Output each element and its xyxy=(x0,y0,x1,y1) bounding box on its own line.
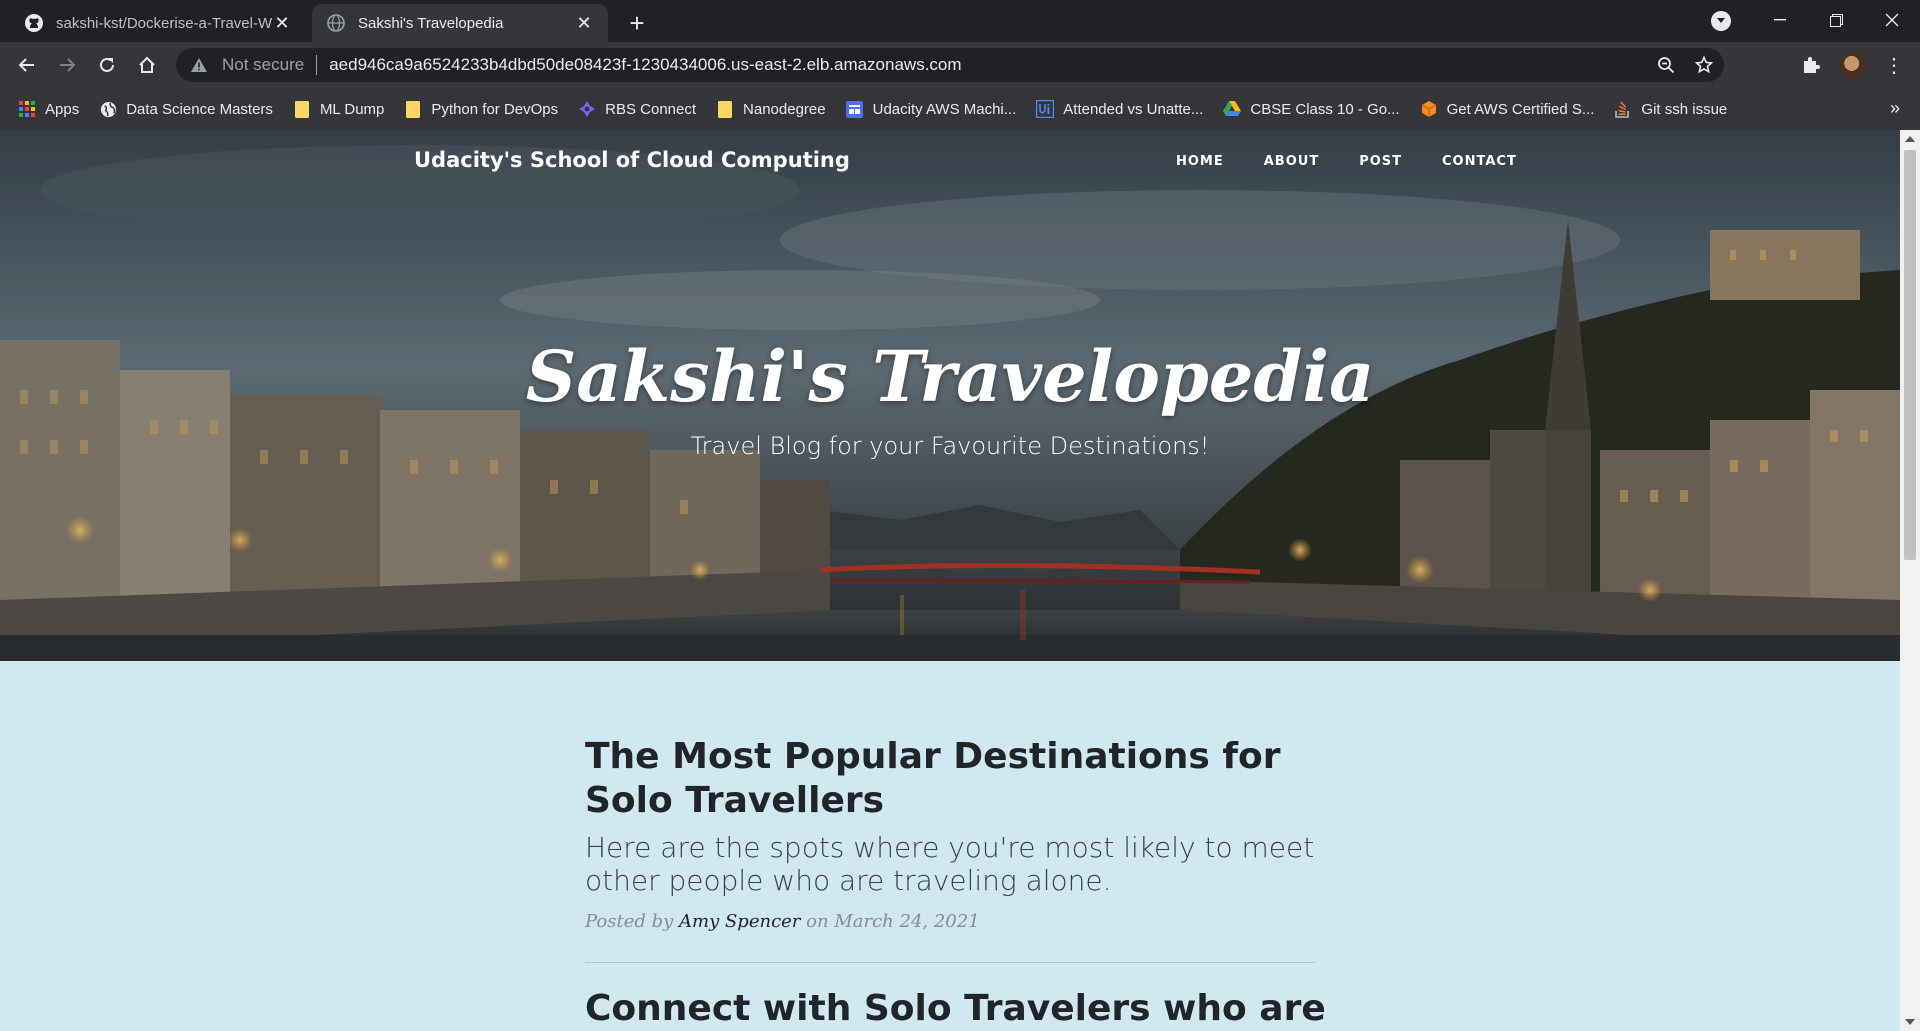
bookmark-apps[interactable]: Apps xyxy=(18,100,79,118)
close-tab-icon[interactable]: ✕ xyxy=(272,13,292,34)
address-bar[interactable]: Not secure aed946ca9a6524233b4dbd50de084… xyxy=(176,48,1724,82)
divider xyxy=(316,55,318,75)
page-viewport: Udacity's School of Cloud Computing HOME… xyxy=(0,130,1900,1031)
bookmark-git-ssh-issue[interactable]: Git ssh issue xyxy=(1614,100,1727,118)
site-brand-link[interactable]: Udacity's School of Cloud Computing xyxy=(414,148,850,172)
folder-icon xyxy=(716,100,734,118)
bookmark-label: Udacity AWS Machi... xyxy=(872,100,1017,118)
globe-icon xyxy=(99,100,117,118)
tab-search-icon[interactable] xyxy=(1711,11,1731,31)
bookmark-ml-dump[interactable]: ML Dump xyxy=(293,100,384,118)
post-date: March 24, 2021 xyxy=(834,911,980,932)
menu-icon[interactable]: ⋮ xyxy=(1884,54,1904,78)
bookmark-nanodegree[interactable]: Nanodegree xyxy=(716,100,826,118)
bookmark-data-science-masters[interactable]: Data Science Masters xyxy=(99,100,273,118)
apps-grid-icon xyxy=(18,100,36,118)
restore-icon[interactable] xyxy=(1808,0,1864,40)
globe-icon xyxy=(326,13,346,33)
bookmark-label: Data Science Masters xyxy=(126,100,273,118)
folder-icon xyxy=(293,100,311,118)
zoom-icon[interactable] xyxy=(1656,55,1676,75)
bookmark-python-for-devops[interactable]: Python for DevOps xyxy=(404,100,558,118)
bookmark-attended-vs-unattended[interactable]: Attended vs Unatte... xyxy=(1036,100,1203,118)
site-nav: HOME ABOUT POST CONTACT xyxy=(1176,154,1517,169)
close-tab-icon[interactable]: ✕ xyxy=(574,13,594,34)
minimize-icon[interactable] xyxy=(1752,0,1808,40)
bookmark-cbse-class-10[interactable]: CBSE Class 10 - Go... xyxy=(1223,100,1400,118)
browser-toolbar: Not secure aed946ca9a6524233b4dbd50de084… xyxy=(0,42,1920,88)
post-divider xyxy=(585,962,1315,963)
post-title-link[interactable]: The Most Popular Destinations for Solo T… xyxy=(585,735,1315,823)
bookmark-label: ML Dump xyxy=(319,100,385,118)
new-tab-button[interactable]: + xyxy=(622,8,652,38)
forward-icon[interactable] xyxy=(53,51,81,79)
nav-home-link[interactable]: HOME xyxy=(1176,154,1224,169)
post-title-link[interactable]: Connect with Solo Travelers who are xyxy=(585,987,1326,1031)
bookmark-label: Attended vs Unatte... xyxy=(1063,100,1204,118)
extensions-icon[interactable] xyxy=(1800,55,1822,77)
aws-cube-icon xyxy=(1420,100,1438,118)
post-preview[interactable]: Connect with Solo Travelers who are xyxy=(585,987,1326,1031)
doc-icon xyxy=(846,100,864,118)
post-preview[interactable]: The Most Popular Destinations for Solo T… xyxy=(585,735,1315,932)
tab-github-repo[interactable]: sakshi-kst/Dockerise-a-Travel-We ✕ xyxy=(10,4,306,42)
home-icon[interactable] xyxy=(133,51,161,79)
folder-icon xyxy=(404,100,422,118)
bookmark-label: Apps xyxy=(45,100,80,118)
tab-title: Sakshi's Travelopedia xyxy=(358,14,504,32)
bookmark-get-aws-certified[interactable]: Get AWS Certified S... xyxy=(1420,100,1595,118)
posted-by-label: Posted by xyxy=(585,911,674,932)
reload-icon[interactable] xyxy=(93,51,121,79)
tab-title: sakshi-kst/Dockerise-a-Travel-We xyxy=(56,14,272,32)
bookmark-udacity-aws[interactable]: Udacity AWS Machi... xyxy=(846,100,1017,118)
stackoverflow-icon xyxy=(1614,100,1632,118)
uipath-icon xyxy=(1036,100,1055,118)
bookmarks-bar: Apps Data Science Masters ML Dump Python… xyxy=(0,88,1920,130)
author-link[interactable]: Amy Spencer xyxy=(679,911,800,932)
hero-header: Udacity's School of Cloud Computing HOME… xyxy=(0,130,1900,661)
back-icon[interactable] xyxy=(13,51,41,79)
scroll-up-arrow-icon[interactable] xyxy=(1905,136,1915,142)
profile-avatar[interactable] xyxy=(1840,53,1866,79)
bookmark-star-icon[interactable] xyxy=(1694,55,1714,75)
security-status[interactable]: Not secure xyxy=(222,55,304,75)
url-text[interactable]: aed946ca9a6524233b4dbd50de08423f-1230434… xyxy=(329,55,961,75)
tab-strip: sakshi-kst/Dockerise-a-Travel-We ✕ Saksh… xyxy=(0,0,1920,42)
warning-icon[interactable] xyxy=(190,57,210,73)
hero-title: Sakshi's Travelopedia xyxy=(525,335,1375,418)
rbs-logo-icon xyxy=(578,100,596,118)
bookmark-label: CBSE Class 10 - Go... xyxy=(1250,100,1400,118)
scroll-down-arrow-icon[interactable] xyxy=(1905,1019,1915,1025)
bookmark-label: Git ssh issue xyxy=(1641,100,1728,118)
scrollbar-thumb[interactable] xyxy=(1904,150,1916,560)
post-subtitle[interactable]: Here are the spots where you're most lik… xyxy=(585,831,1315,897)
bookmark-rbs-connect[interactable]: RBS Connect xyxy=(578,100,696,118)
date-prefix: on xyxy=(806,911,829,932)
bookmark-label: Nanodegree xyxy=(743,100,826,118)
post-meta: Posted by Amy Spencer on March 24, 2021 xyxy=(585,911,1315,932)
github-icon xyxy=(24,13,44,33)
close-window-icon[interactable] xyxy=(1864,0,1920,40)
tab-travelopedia[interactable]: Sakshi's Travelopedia ✕ xyxy=(312,4,608,42)
bookmark-label: RBS Connect xyxy=(605,100,697,118)
google-drive-icon xyxy=(1223,100,1242,118)
bookmark-label: Get AWS Certified S... xyxy=(1446,100,1595,118)
vertical-scrollbar[interactable] xyxy=(1900,130,1920,1031)
nav-about-link[interactable]: ABOUT xyxy=(1264,154,1319,169)
nav-contact-link[interactable]: CONTACT xyxy=(1442,154,1517,169)
bookmark-label: Python for DevOps xyxy=(431,100,559,118)
more-bookmarks-icon[interactable]: » xyxy=(1890,88,1900,130)
hero-subtitle: Travel Blog for your Favourite Destinati… xyxy=(690,432,1210,460)
nav-post-link[interactable]: POST xyxy=(1359,154,1402,169)
post-list: The Most Popular Destinations for Solo T… xyxy=(585,735,1326,1031)
